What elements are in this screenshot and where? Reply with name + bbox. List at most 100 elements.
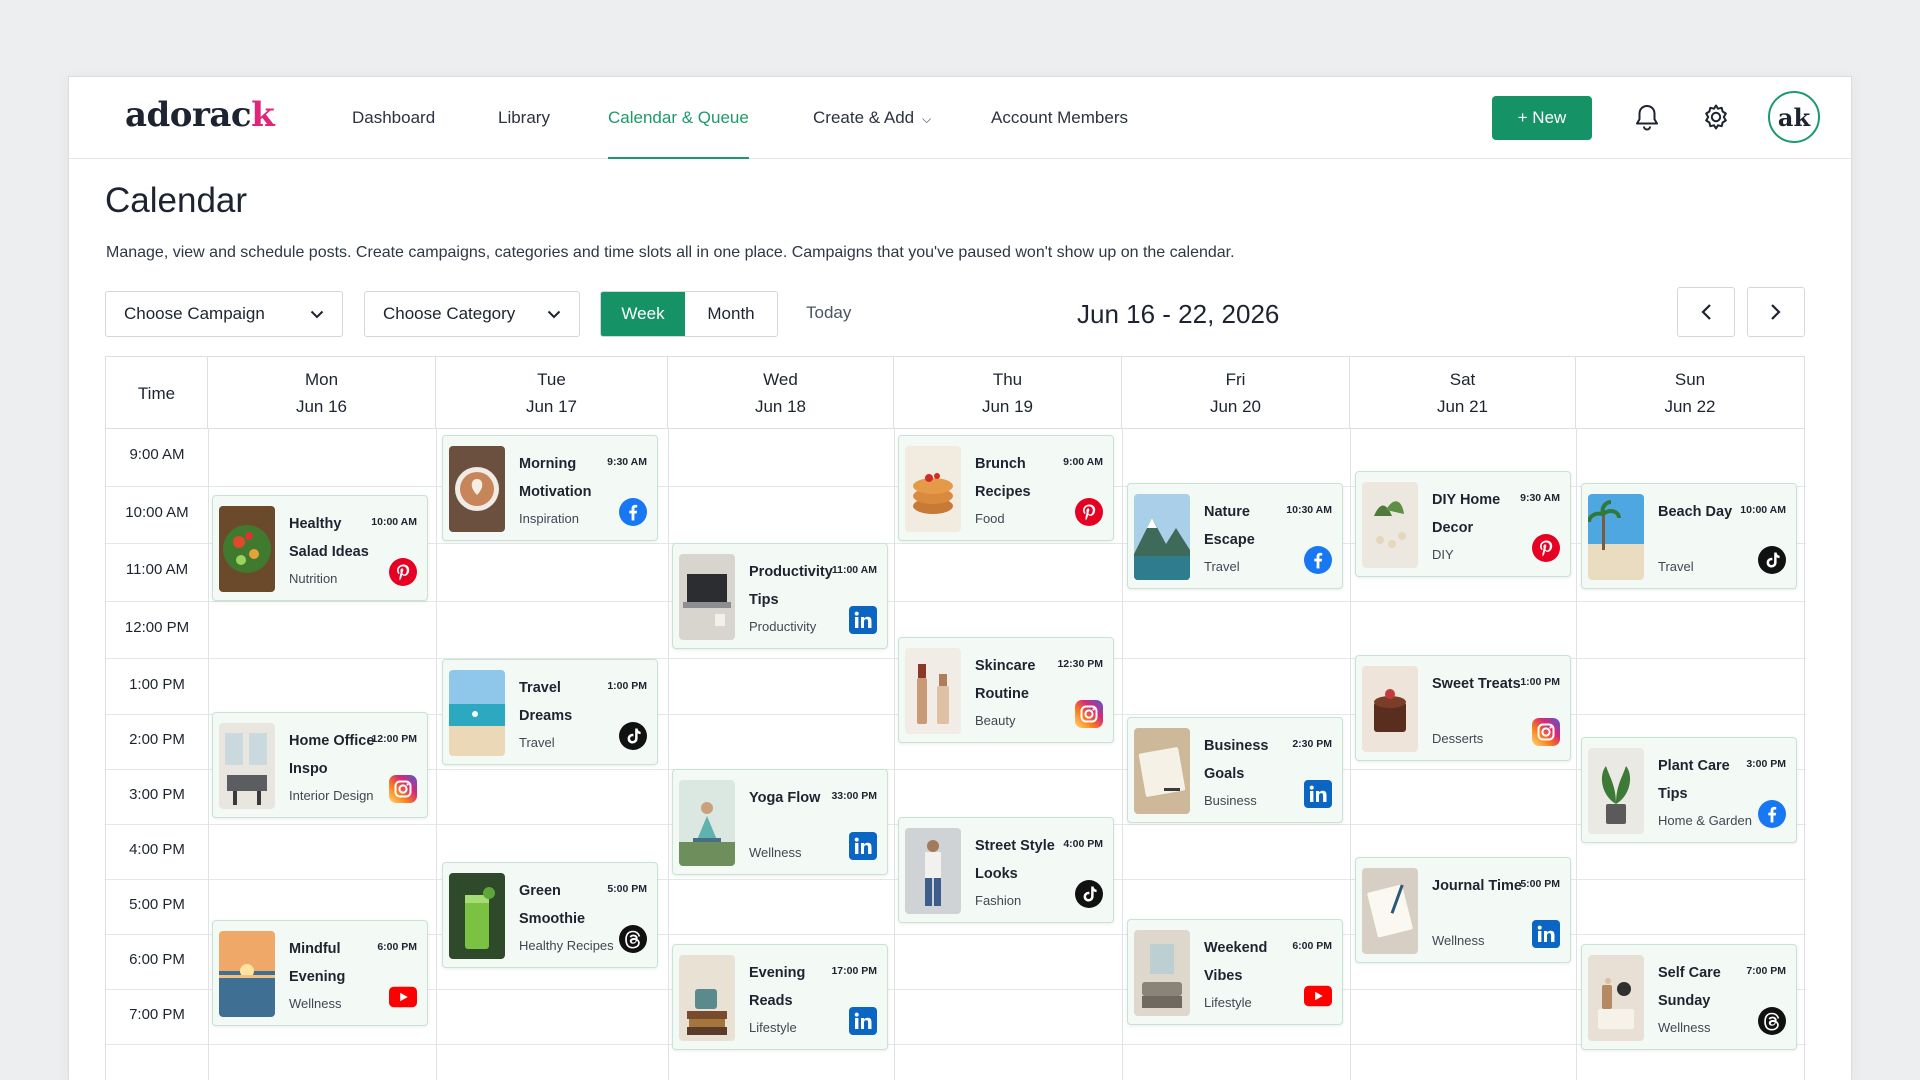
youtube-icon bbox=[1304, 982, 1332, 1010]
app-window: adorack Dashboard Library Calendar & Que… bbox=[68, 76, 1852, 1080]
post-time: 10:00 AM bbox=[371, 516, 417, 528]
post-card[interactable]: Skincare Routine 12:30 PM Beauty bbox=[898, 637, 1114, 743]
avatar-initials: ak bbox=[1777, 102, 1811, 132]
time-label: 2:00 PM bbox=[129, 731, 185, 748]
post-time: 9:30 AM bbox=[1520, 492, 1560, 504]
instagram-icon bbox=[389, 775, 417, 803]
day-date: Jun 18 bbox=[754, 397, 807, 416]
post-category: Travel bbox=[519, 735, 555, 750]
post-card[interactable]: Evening Reads 17:00 PM Lifestyle bbox=[672, 944, 888, 1050]
post-card[interactable]: Self Care Sunday 7:00 PM Wellness bbox=[1581, 944, 1797, 1050]
coffee-thumb bbox=[449, 446, 505, 532]
new-button[interactable]: + New bbox=[1492, 96, 1592, 140]
logo-text: adorack bbox=[125, 95, 275, 135]
post-card[interactable]: Home Office Inspo 12:00 PM Interior Design bbox=[212, 712, 428, 818]
logo[interactable]: adorack bbox=[125, 95, 275, 135]
post-card[interactable]: Mindful Evening 6:00 PM Wellness bbox=[212, 920, 428, 1026]
nav-library[interactable]: Library bbox=[498, 77, 550, 159]
post-card[interactable]: Morning Motivation 9:30 AM Inspiration bbox=[442, 435, 658, 541]
post-title: Street Style Looks bbox=[975, 838, 1055, 882]
nav-create-add-label: Create & Add bbox=[813, 108, 915, 127]
post-card[interactable]: Travel Dreams 1:00 PM Travel bbox=[442, 659, 658, 765]
nav-dashboard[interactable]: Dashboard bbox=[352, 77, 435, 159]
prev-week-button[interactable] bbox=[1677, 287, 1735, 337]
day-header-sat[interactable]: Sat Jun 21 bbox=[1350, 357, 1576, 429]
month-view-button[interactable]: Month bbox=[685, 292, 777, 336]
post-card[interactable]: Street Style Looks 4:00 PM Fashion bbox=[898, 817, 1114, 923]
post-title: Skincare Routine bbox=[975, 658, 1036, 702]
campaign-select-label: Choose Campaign bbox=[124, 304, 265, 323]
nav-create-add[interactable]: Create & Add ⌵ bbox=[813, 77, 931, 159]
post-category: Wellness bbox=[289, 996, 342, 1011]
grid-column-line bbox=[1350, 429, 1351, 1080]
post-card[interactable]: Green Smoothie 5:00 PM Healthy Recipes bbox=[442, 862, 658, 968]
day-header-thu[interactable]: Thu Jun 19 bbox=[894, 357, 1122, 429]
post-category: Productivity bbox=[749, 619, 817, 634]
livingroom-thumb bbox=[1134, 930, 1190, 1016]
avatar[interactable]: ak bbox=[1768, 91, 1820, 143]
day-header-fri[interactable]: Fri Jun 20 bbox=[1122, 357, 1350, 429]
post-card[interactable]: Journal Time 5:00 PM Wellness bbox=[1355, 857, 1571, 963]
category-select[interactable]: Choose Category bbox=[364, 291, 580, 337]
grid-column-line bbox=[1576, 429, 1577, 1080]
post-time: 5:00 PM bbox=[607, 883, 647, 895]
linkedin-icon bbox=[849, 606, 877, 634]
calendar-header-row: Time Mon Jun 16 Tue Jun 17 Wed Jun 18 Thu Ju… bbox=[106, 357, 1804, 429]
day-header-mon[interactable]: Mon Jun 16 bbox=[208, 357, 436, 429]
post-category: DIY bbox=[1432, 547, 1454, 562]
yoga-thumb bbox=[679, 780, 735, 866]
threads-icon bbox=[619, 925, 647, 953]
gear-icon[interactable] bbox=[1698, 99, 1734, 135]
post-time: 6:00 PM bbox=[377, 941, 417, 953]
post-card[interactable]: Business Goals 2:30 PM Business bbox=[1127, 717, 1343, 823]
smoothie-thumb bbox=[449, 873, 505, 959]
post-card[interactable]: Brunch Recipes 9:00 AM Food bbox=[898, 435, 1114, 541]
office-thumb bbox=[219, 723, 275, 809]
skincare-thumb bbox=[905, 648, 961, 734]
post-card[interactable]: Plant Care Tips 3:00 PM Home & Garden bbox=[1581, 737, 1797, 843]
nav-account-members[interactable]: Account Members bbox=[991, 77, 1128, 159]
post-time: 10:30 AM bbox=[1286, 504, 1332, 516]
day-header-wed[interactable]: Wed Jun 18 bbox=[668, 357, 894, 429]
post-card[interactable]: Yoga Flow 33:00 PM Wellness bbox=[672, 769, 888, 875]
week-view-button[interactable]: Week bbox=[601, 292, 685, 336]
post-title: Travel Dreams bbox=[519, 680, 573, 724]
grid-column-line bbox=[208, 429, 209, 1080]
post-title: Self Care Sunday bbox=[1658, 965, 1721, 1009]
post-card[interactable]: Nature Escape 10:30 AM Travel bbox=[1127, 483, 1343, 589]
time-header-label: Time bbox=[137, 383, 176, 403]
day-header-sun[interactable]: Sun Jun 22 bbox=[1576, 357, 1804, 429]
post-title: Morning Motivation bbox=[519, 456, 592, 500]
time-label: 9:00 AM bbox=[129, 446, 185, 463]
nav-calendar-queue[interactable]: Calendar & Queue bbox=[608, 77, 749, 159]
post-category: Food bbox=[975, 511, 1005, 526]
date-range-label: Jun 16 - 22, 2026 bbox=[1077, 299, 1280, 329]
time-label: 10:00 AM bbox=[125, 504, 189, 521]
logo-text-accent: k bbox=[251, 95, 275, 135]
day-header-tue[interactable]: Tue Jun 17 bbox=[436, 357, 668, 429]
linkedin-icon bbox=[1304, 780, 1332, 808]
post-card[interactable]: Productivity Tips 11:00 AM Productivity bbox=[672, 543, 888, 649]
post-time: 2:30 PM bbox=[1292, 738, 1332, 750]
post-time: 1:00 PM bbox=[1520, 676, 1560, 688]
post-title: Yoga Flow bbox=[749, 790, 821, 806]
fashion-thumb bbox=[905, 828, 961, 914]
linkedin-icon bbox=[1532, 920, 1560, 948]
post-title: Green Smoothie bbox=[519, 883, 586, 927]
post-time: 9:30 AM bbox=[607, 456, 647, 468]
post-card[interactable]: Sweet Treats 1:00 PM Desserts bbox=[1355, 655, 1571, 761]
post-category: Lifestyle bbox=[1204, 995, 1252, 1010]
post-card[interactable]: Beach Day 10:00 AM Travel bbox=[1581, 483, 1797, 589]
next-week-button[interactable] bbox=[1747, 287, 1805, 337]
category-select-label: Choose Category bbox=[383, 304, 516, 323]
today-button[interactable]: Today bbox=[806, 303, 851, 323]
time-label: 7:00 PM bbox=[129, 1006, 185, 1023]
time-column-header: Time bbox=[106, 357, 208, 429]
campaign-select[interactable]: Choose Campaign bbox=[105, 291, 343, 337]
post-card[interactable]: DIY Home Decor 9:30 AM DIY bbox=[1355, 471, 1571, 577]
page-title: Calendar bbox=[105, 181, 248, 220]
post-time: 5:00 PM bbox=[1520, 878, 1560, 890]
bell-icon[interactable] bbox=[1629, 99, 1665, 135]
post-card[interactable]: Weekend Vibes 6:00 PM Lifestyle bbox=[1127, 919, 1343, 1025]
post-card[interactable]: Healthy Salad Ideas 10:00 AM Nutrition bbox=[212, 495, 428, 601]
